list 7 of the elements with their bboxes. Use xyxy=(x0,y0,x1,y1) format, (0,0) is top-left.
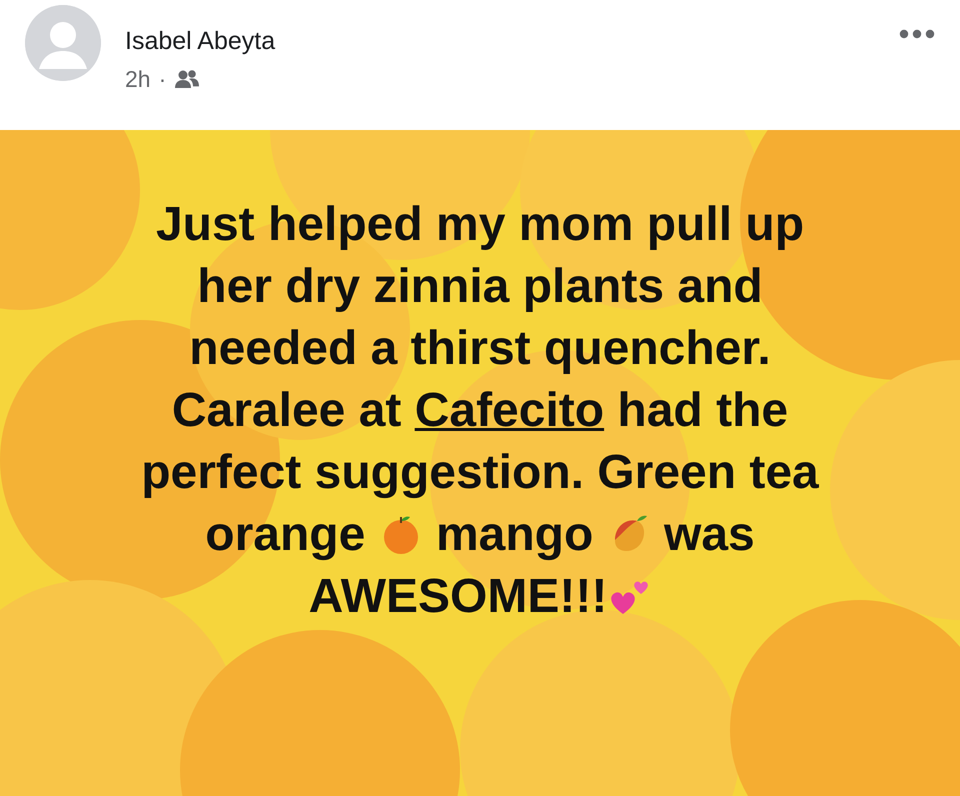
separator: · xyxy=(158,65,166,94)
more-options-icon[interactable] xyxy=(899,29,935,39)
group-icon xyxy=(174,69,200,90)
post-time[interactable]: 2h xyxy=(125,62,151,96)
place-link[interactable]: Cafecito xyxy=(414,384,604,437)
author-name[interactable]: Isabel Abeyta xyxy=(125,29,875,54)
post-text: Just helped my mom pull up her dry zinnia plants and needed a thirst quencher. Caralee at Cafecito had the perfect suggestion. Green tea orange mango was AWESOME!!! xyxy=(140,197,820,625)
